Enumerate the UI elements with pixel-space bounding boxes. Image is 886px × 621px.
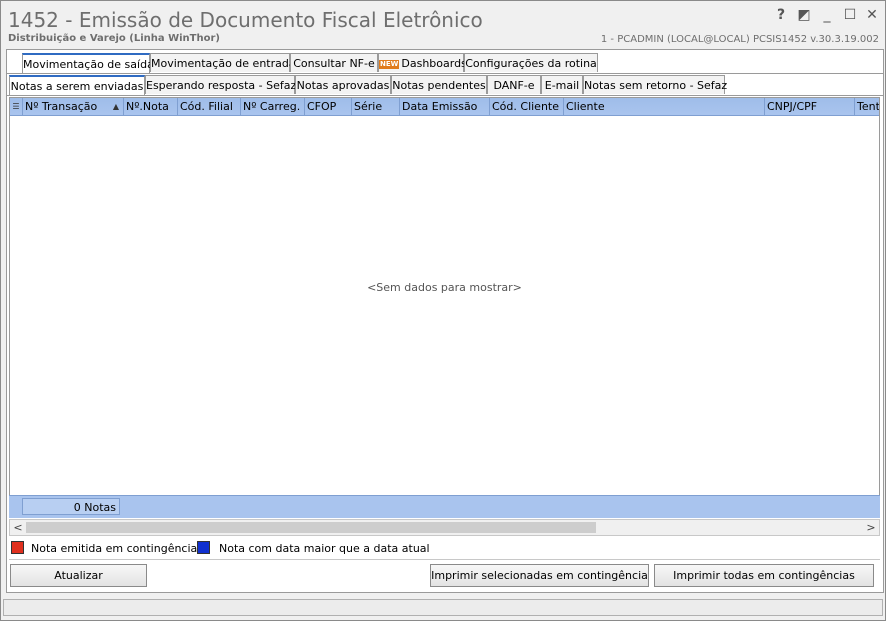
status-bar — [3, 599, 883, 616]
window-title: 1452 - Emissão de Documento Fiscal Eletr… — [8, 8, 483, 32]
main-content: Movimentação de saída Movimentação de en… — [6, 49, 884, 593]
divider — [9, 559, 880, 560]
column-header-label: Nº Transação — [25, 100, 98, 113]
sort-ascending-icon: ▲ — [112, 102, 119, 111]
tab-configuracoes[interactable]: Configurações da rotina — [464, 53, 598, 72]
minimize-icon[interactable]: _ — [819, 7, 835, 23]
tab-notas-sem-retorno[interactable]: Notas sem retorno - Sefaz — [583, 75, 727, 94]
grid-footer: 0 Notas — [9, 495, 880, 518]
scroll-right-icon[interactable]: > — [863, 520, 879, 535]
restore-icon[interactable]: ◩ — [796, 7, 812, 23]
print-all-contingency-button[interactable]: Imprimir todas em contingências — [654, 564, 874, 587]
column-header-serie[interactable]: Série — [351, 98, 399, 115]
tab-notas-aprovadas[interactable]: Notas aprovadas — [295, 75, 391, 94]
column-header-cliente[interactable]: Cliente — [563, 98, 764, 115]
close-icon[interactable]: ✕ — [864, 7, 880, 23]
column-header-data-emissao[interactable]: Data Emissão — [399, 98, 489, 115]
column-header-tentativas[interactable]: Tenta — [854, 98, 879, 115]
notes-grid[interactable]: ☰ Nº Transação ▲ Nº.Nota Cód. Filial Nº … — [9, 97, 880, 518]
legend-label-future-date: Nota com data maior que a data atual — [219, 542, 430, 555]
column-header-cfop[interactable]: CFOP — [304, 98, 351, 115]
tab-notas-pendentes[interactable]: Notas pendentes — [391, 75, 487, 94]
contingency-color-swatch — [11, 541, 24, 554]
maximize-icon[interactable]: ☐ — [842, 7, 858, 23]
tab-notas-a-serem-enviadas[interactable]: Notas a serem enviadas — [9, 75, 145, 96]
tab-movimentacao-saida[interactable]: Movimentação de saída — [22, 53, 154, 74]
tab-esperando-resposta[interactable]: Esperando resposta - Sefaz — [145, 75, 296, 94]
tab-consultar-nfe[interactable]: Consultar NF-e — [290, 53, 378, 72]
tab-dashboards-label: Dashboards — [401, 57, 467, 70]
column-chooser-icon[interactable]: ☰ — [10, 98, 22, 115]
tab-movimentacao-entrada[interactable]: Movimentação de entrada — [150, 53, 296, 72]
horizontal-scrollbar[interactable]: < > — [9, 519, 880, 536]
record-count: 0 Notas — [22, 498, 120, 515]
tab-email[interactable]: E-mail — [541, 75, 583, 94]
column-header-nota[interactable]: Nº.Nota — [123, 98, 177, 115]
help-icon[interactable]: ? — [773, 7, 789, 23]
grid-header: ☰ Nº Transação ▲ Nº.Nota Cód. Filial Nº … — [10, 98, 879, 116]
future-date-color-swatch — [197, 541, 210, 554]
window-subtitle: Distribuição e Varejo (Linha WinThor) — [8, 33, 220, 44]
new-badge-icon: NEW — [379, 60, 400, 69]
legend: Nota emitida em contingência Nota com da… — [9, 539, 880, 559]
app-window: 1452 - Emissão de Documento Fiscal Eletr… — [0, 0, 886, 621]
tab-dashboards[interactable]: NEW Dashboards — [378, 53, 467, 72]
divider — [7, 95, 883, 96]
column-header-carregamento[interactable]: Nº Carreg. — [240, 98, 304, 115]
column-header-filial[interactable]: Cód. Filial — [177, 98, 240, 115]
tab-danfe[interactable]: DANF-e — [487, 75, 541, 94]
print-selected-contingency-button[interactable]: Imprimir selecionadas em contingência — [430, 564, 649, 587]
column-header-cod-cliente[interactable]: Cód. Cliente — [489, 98, 563, 115]
empty-grid-message: <Sem dados para mostrar> — [367, 281, 522, 294]
column-header-transacao[interactable]: Nº Transação ▲ — [22, 98, 123, 115]
title-bar: 1452 - Emissão de Documento Fiscal Eletr… — [1, 1, 885, 47]
refresh-button[interactable]: Atualizar — [10, 564, 147, 587]
column-header-cnpj[interactable]: CNPJ/CPF — [764, 98, 854, 115]
legend-label-contingency: Nota emitida em contingência — [31, 542, 198, 555]
divider — [7, 73, 883, 74]
user-info: 1 - PCADMIN (LOCAL@LOCAL) PCSIS1452 v.30… — [600, 34, 879, 45]
scroll-left-icon[interactable]: < — [10, 520, 26, 535]
scrollbar-thumb[interactable] — [26, 522, 596, 533]
